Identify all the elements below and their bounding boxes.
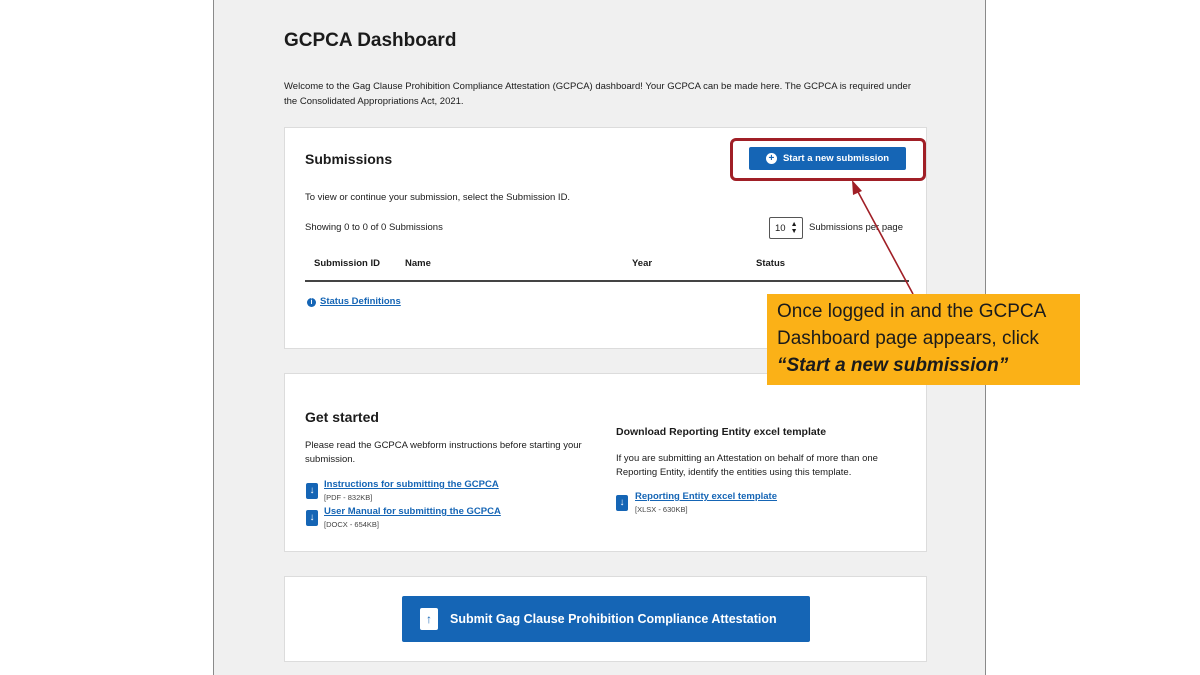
download-icon: ↓ (306, 510, 318, 526)
sort-arrows-icon: ▲ ▼ (790, 221, 798, 235)
col-name[interactable]: Name (405, 258, 431, 269)
instruction-callout: Once logged in and the GCPCA Dashboard p… (767, 294, 1080, 385)
submit-attestation-button[interactable]: ↑ Submit Gag Clause Prohibition Complian… (402, 596, 810, 642)
per-page-label: Submissions per page (809, 222, 903, 233)
status-definitions-link[interactable]: Status Definitions (320, 296, 401, 307)
highlight-box (730, 138, 926, 181)
user-manual-meta: [DOCX - 654KB] (324, 520, 380, 529)
submit-attestation-label: Submit Gag Clause Prohibition Compliance… (450, 612, 777, 626)
template-description: If you are submitting an Attestation on … (616, 453, 878, 478)
submissions-heading: Submissions (305, 151, 393, 167)
callout-emphasis: “Start a new submission” (777, 355, 1009, 376)
per-page-select[interactable]: 10 ▲ ▼ (769, 217, 803, 239)
per-page-value: 10 (775, 222, 786, 234)
file-upload-icon: ↑ (420, 608, 438, 630)
col-status[interactable]: Status (756, 258, 785, 269)
info-icon: i (307, 298, 316, 307)
instructions-meta: [PDF - 832KB] (324, 493, 373, 502)
template-link[interactable]: Reporting Entity excel template (635, 491, 777, 502)
submit-card: ↑ Submit Gag Clause Prohibition Complian… (284, 576, 927, 662)
callout-text: Once logged in and the GCPCA Dashboard p… (777, 301, 1046, 349)
instructions-link[interactable]: Instructions for submitting the GCPCA (324, 479, 499, 490)
col-year[interactable]: Year (632, 258, 652, 269)
template-heading: Download Reporting Entity excel template (616, 426, 827, 438)
intro-text: Welcome to the Gag Clause Prohibition Co… (284, 81, 911, 107)
template-meta: [XLSX - 630KB] (635, 505, 688, 514)
col-submission-id[interactable]: Submission ID (314, 258, 380, 269)
download-icon: ↓ (306, 483, 318, 499)
submissions-instruction: To view or continue your submission, sel… (305, 192, 571, 203)
user-manual-link[interactable]: User Manual for submitting the GCPCA (324, 506, 501, 517)
get-started-card: Get started Please read the GCPCA webfor… (284, 373, 927, 552)
page-title: GCPCA Dashboard (284, 30, 457, 51)
download-icon: ↓ (616, 495, 628, 511)
get-started-heading: Get started (305, 409, 379, 425)
table-header-divider (305, 280, 909, 282)
get-started-description: Please read the GCPCA webform instructio… (305, 440, 582, 465)
submissions-count: Showing 0 to 0 of 0 Submissions (305, 222, 443, 233)
